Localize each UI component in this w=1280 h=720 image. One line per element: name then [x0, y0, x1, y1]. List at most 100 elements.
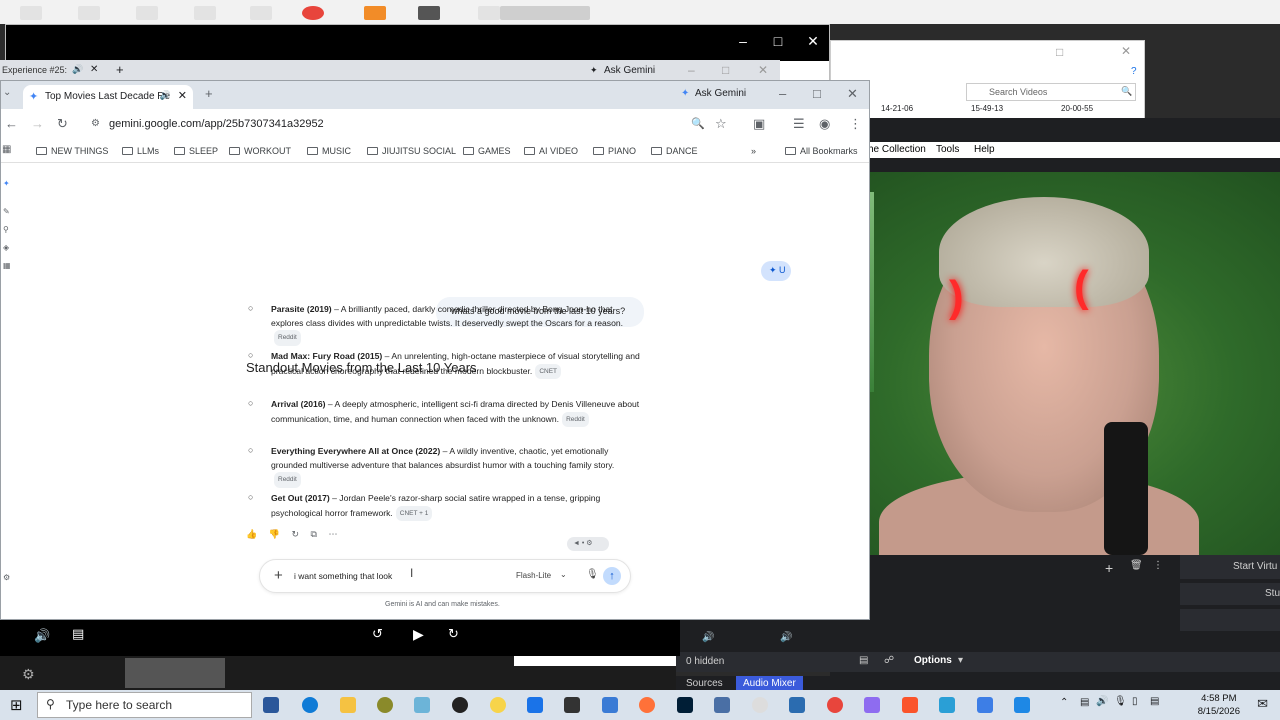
- tray-chevron-icon[interactable]: ⌃: [1060, 697, 1068, 708]
- add-icon[interactable]: +: [274, 567, 283, 584]
- more-icon[interactable]: ⋮: [1153, 560, 1163, 571]
- filter-icon[interactable]: ▤: [859, 655, 868, 666]
- bookmark-star-icon[interactable]: ☆: [715, 116, 727, 132]
- minimize-icon[interactable]: –: [726, 33, 760, 49]
- tab-sources[interactable]: Sources: [686, 678, 723, 689]
- search-icon[interactable]: ⚲: [3, 225, 9, 234]
- video-thumbnail[interactable]: [125, 658, 225, 688]
- menu-item[interactable]: he Collection: [868, 144, 926, 155]
- desktop-icon[interactable]: [500, 6, 590, 20]
- library-icon[interactable]: ▦: [3, 261, 11, 270]
- back-icon[interactable]: ←: [5, 116, 18, 131]
- copy-icon[interactable]: ⧉: [311, 529, 317, 539]
- desktop-icon[interactable]: [418, 6, 440, 20]
- zoom-icon[interactable]: 🔍: [691, 117, 705, 130]
- volume-icon[interactable]: 🔊: [702, 632, 714, 643]
- bookmark-folder[interactable]: DANCE: [651, 146, 698, 156]
- bookmark-folder[interactable]: WORKOUT: [229, 146, 291, 156]
- taskbar-clock[interactable]: 4:58 PM 8/15/2026: [1198, 692, 1240, 718]
- close-icon[interactable]: ✕: [847, 86, 858, 102]
- desktop-icon[interactable]: [20, 6, 42, 20]
- menu-icon[interactable]: ⋮: [849, 116, 862, 132]
- volume-icon[interactable]: 🔊: [1096, 696, 1108, 707]
- captions-icon[interactable]: ▤: [72, 626, 84, 642]
- close-icon[interactable]: ✕: [796, 33, 830, 50]
- options-button[interactable]: Options: [914, 655, 952, 666]
- edge-icon[interactable]: [302, 697, 318, 713]
- link-icon[interactable]: ☍: [884, 655, 894, 666]
- media-icon[interactable]: ☰: [793, 116, 805, 132]
- app-icon[interactable]: [939, 697, 955, 713]
- bookmark-folder[interactable]: JIUJITSU SOCIAL: [367, 146, 456, 156]
- menu-item-tools[interactable]: Tools: [936, 144, 959, 155]
- response-mini-controls[interactable]: ◄ • ⚙: [567, 537, 609, 551]
- microphone-icon[interactable]: 🎙: [1114, 696, 1127, 707]
- source-chip[interactable]: CNET: [535, 363, 562, 379]
- new-tab-icon[interactable]: +: [116, 62, 124, 77]
- source-chip[interactable]: Reddit: [562, 411, 589, 427]
- app-icon[interactable]: [977, 697, 993, 713]
- thumbs-down-icon[interactable]: 👎: [269, 529, 280, 539]
- maximize-icon[interactable]: □: [1056, 45, 1063, 59]
- start-virtual-camera-button[interactable]: Start Virtu: [1180, 555, 1280, 579]
- prompt-input[interactable]: i want something that look: [294, 571, 392, 581]
- new-tab-icon[interactable]: +: [205, 86, 213, 101]
- chrome-icon[interactable]: [302, 6, 324, 20]
- thumbs-up-icon[interactable]: 👍: [246, 529, 257, 539]
- desktop-icon[interactable]: [136, 6, 158, 20]
- chevron-down-icon[interactable]: ⌄: [560, 570, 567, 579]
- send-button[interactable]: ↑: [603, 567, 621, 585]
- settings-icon[interactable]: ⚙: [3, 573, 10, 582]
- play-icon[interactable]: ▶: [413, 626, 424, 643]
- chevron-down-icon[interactable]: ▾: [958, 655, 963, 666]
- maximize-icon[interactable]: □: [813, 86, 821, 101]
- edit-icon[interactable]: ✎: [3, 207, 10, 216]
- photoshop-icon[interactable]: [677, 697, 693, 713]
- chrome-icon[interactable]: [827, 697, 843, 713]
- all-bookmarks-folder[interactable]: All Bookmarks: [785, 146, 858, 156]
- rewind-10-icon[interactable]: ↺: [372, 626, 383, 642]
- gem-icon[interactable]: ◈: [3, 243, 9, 252]
- help-icon[interactable]: ?: [1131, 66, 1137, 77]
- close-icon[interactable]: ✕: [1121, 44, 1131, 58]
- source-chip[interactable]: Reddit: [274, 472, 301, 488]
- desktop-icon[interactable]: [194, 6, 216, 20]
- vlc-icon[interactable]: [364, 6, 386, 20]
- bookmark-folder[interactable]: PIANO: [593, 146, 636, 156]
- more-icon[interactable]: ⋯: [328, 529, 337, 539]
- forward-icon[interactable]: →: [31, 116, 44, 131]
- maximize-icon[interactable]: □: [722, 63, 729, 77]
- bookmark-folder[interactable]: GAMES: [463, 146, 511, 156]
- desktop-icon[interactable]: [250, 6, 272, 20]
- docs-icon[interactable]: [527, 697, 543, 713]
- maximize-icon[interactable]: □: [761, 33, 795, 49]
- brave-icon[interactable]: [902, 697, 918, 713]
- menu-item-help[interactable]: Help: [974, 144, 995, 155]
- regenerate-icon[interactable]: ↻: [291, 529, 299, 539]
- trash-icon[interactable]: 🗑: [1130, 560, 1143, 571]
- reload-icon[interactable]: ↻: [57, 116, 68, 132]
- studio-mode-button[interactable]: Stu: [1180, 583, 1280, 605]
- forward-30-icon[interactable]: ↻: [448, 626, 459, 642]
- task-view-icon[interactable]: [263, 697, 279, 713]
- minimize-icon[interactable]: –: [779, 86, 786, 101]
- url-field[interactable]: ⚙ gemini.google.com/app/25b7307341a32952…: [83, 113, 723, 137]
- chevron-right-icon[interactable]: »: [751, 146, 756, 156]
- volume-icon[interactable]: 🔊: [34, 628, 50, 644]
- bookmark-folder[interactable]: SLEEP: [174, 146, 218, 156]
- taskbar-search-input[interactable]: ⚲ Type here to search: [37, 692, 252, 718]
- lightbulb-icon[interactable]: [490, 697, 506, 713]
- model-selector[interactable]: Flash-Lite: [516, 571, 551, 580]
- close-icon[interactable]: ✕: [90, 64, 98, 75]
- search-videos-input[interactable]: Search Videos: [966, 83, 1136, 101]
- ask-gemini-button[interactable]: Ask Gemini: [604, 65, 655, 76]
- firefox-icon[interactable]: [639, 697, 655, 713]
- obs-control-button[interactable]: [1180, 609, 1280, 631]
- extensions-icon[interactable]: ▣: [753, 116, 765, 132]
- battery-icon[interactable]: ▯: [1132, 696, 1138, 707]
- notifications-icon[interactable]: ✉: [1257, 696, 1268, 712]
- close-icon[interactable]: ✕: [758, 63, 768, 77]
- source-chip[interactable]: CNET + 1: [395, 505, 433, 521]
- settings-icon[interactable]: ⚙: [22, 666, 35, 683]
- tab-audio-mixer[interactable]: Audio Mixer: [736, 676, 803, 691]
